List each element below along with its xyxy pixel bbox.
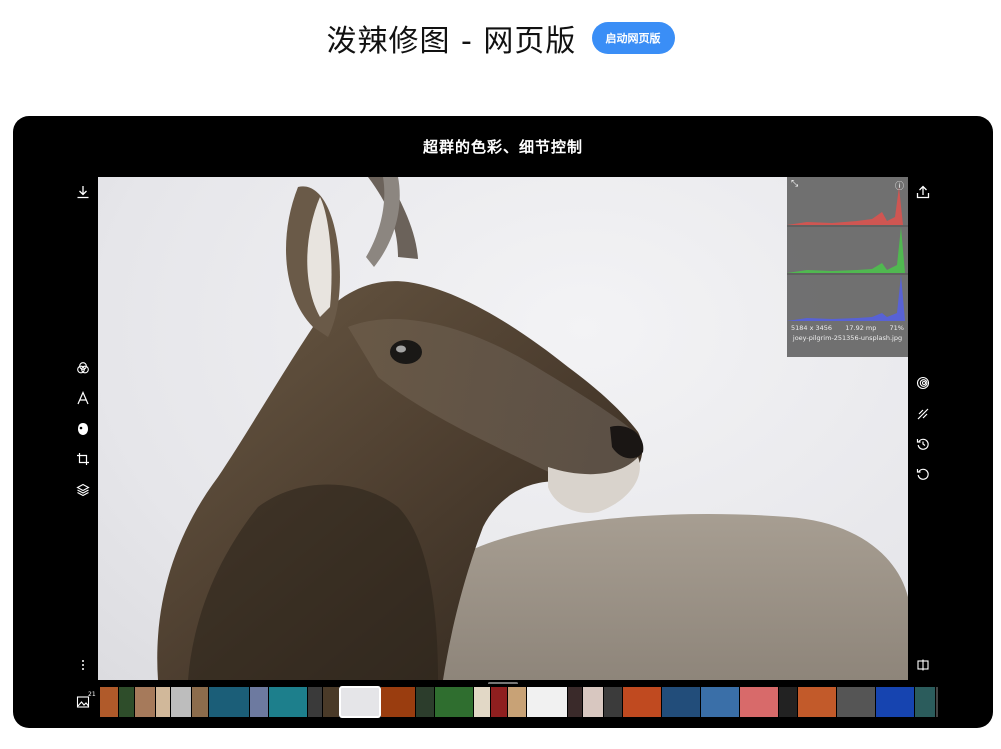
filmstrip-thumb[interactable] [837,687,875,717]
filmstrip-thumb[interactable] [250,687,268,717]
filmstrip-thumb[interactable] [209,687,249,717]
zoom-level: 71% [889,324,904,332]
launch-web-button[interactable]: 启动网页版 [591,22,675,54]
crop-icon[interactable] [73,449,93,469]
filmstrip-thumb[interactable] [936,687,938,717]
mask-face-icon[interactable] [73,419,93,439]
filmstrip-thumb[interactable] [171,687,191,717]
page-header: 泼辣修图 - 网页版 启动网页版 [0,16,1001,60]
download-icon[interactable] [73,182,93,202]
filmstrip-thumb[interactable] [192,687,208,717]
filmstrip-thumb[interactable] [308,687,322,717]
filmstrip-thumb[interactable] [740,687,778,717]
filmstrip-thumb[interactable] [381,687,415,717]
image-megapixels: 17.92 mp [845,324,877,332]
color-circles-icon[interactable] [73,358,93,378]
more-vertical-icon[interactable] [73,655,93,675]
histogram-panel: ⤡ ⓘ 5184 x 3456 17.92 mp 71% joey-pilgri… [787,177,908,357]
filmstrip-thumb[interactable] [416,687,434,717]
filmstrip-thumb[interactable] [339,686,381,718]
filmstrip-thumb[interactable] [269,687,307,717]
filmstrip-thumb[interactable] [583,687,603,717]
filmstrip-thumb[interactable] [798,687,836,717]
filmstrip-thumb[interactable] [100,687,118,717]
filmstrip-thumb[interactable] [508,687,526,717]
filmstrip-thumb[interactable] [623,687,661,717]
filmstrip-thumb[interactable] [474,687,490,717]
compare-slash-icon[interactable] [913,404,933,424]
histogram-chart [787,187,908,321]
filmstrip-thumb[interactable] [119,687,134,717]
photo-canvas[interactable]: ⤡ ⓘ 5184 x 3456 17.92 mp 71% joey-pilgri… [98,177,908,680]
histogram-meta: 5184 x 3456 17.92 mp 71% [791,324,904,332]
share-icon[interactable] [913,182,933,202]
filmstrip-thumb[interactable] [568,687,582,717]
filmstrip-thumb[interactable] [323,687,339,717]
image-filename: joey-pilgrim-251356-unsplash.jpg [792,334,903,342]
filmstrip-thumb[interactable] [527,687,567,717]
app-caption: 超群的色彩、细节控制 [422,138,583,156]
layers-icon[interactable] [73,480,93,500]
radial-filter-icon[interactable] [913,373,933,393]
gallery-count-badge: 21 [88,691,96,698]
filmstrip-thumb[interactable] [701,687,739,717]
filmstrip-thumb[interactable] [779,687,797,717]
undo-icon[interactable] [913,464,933,484]
collapse-icon[interactable]: ⤡ [791,179,798,189]
filmstrip[interactable] [98,684,938,720]
filmstrip-thumb[interactable] [915,687,935,717]
history-icon[interactable] [913,434,933,454]
filmstrip-thumb[interactable] [435,687,473,717]
filmstrip-thumb[interactable] [876,687,914,717]
filmstrip-thumb[interactable] [491,687,507,717]
filmstrip-thumb[interactable] [604,687,622,717]
filmstrip-thumb[interactable] [662,687,700,717]
filmstrip-thumb[interactable] [135,687,155,717]
split-view-icon[interactable] [913,655,933,675]
filmstrip-thumb[interactable] [156,687,170,717]
text-a-icon[interactable] [73,388,93,408]
info-icon[interactable]: ⓘ [895,179,904,192]
image-dimensions: 5184 x 3456 [791,324,833,332]
app-window: 超群的色彩、细节控制 21 ⤡ ⓘ 5184 x 3456 17.92 mp 7… [13,116,993,728]
page-title: 泼辣修图 - 网页版 [326,24,577,59]
